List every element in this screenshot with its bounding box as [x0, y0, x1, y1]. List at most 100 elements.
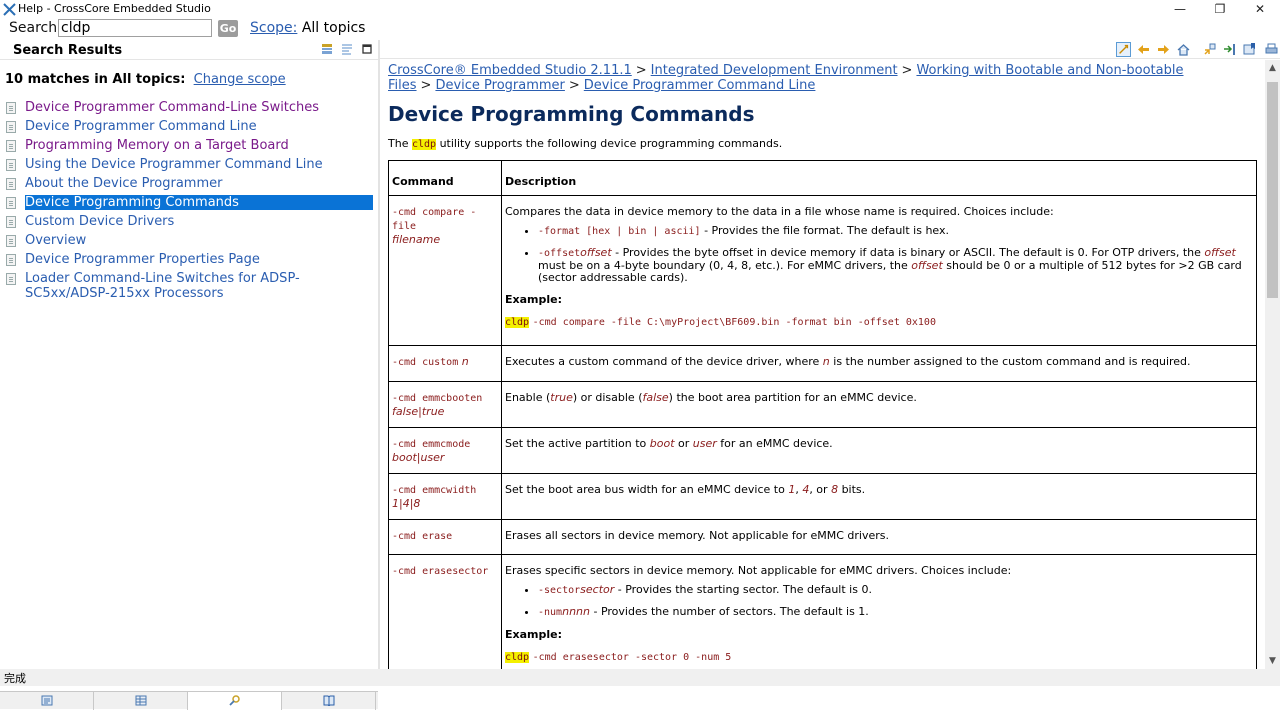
contents-icon: [41, 695, 52, 706]
minimize-button[interactable]: —: [1160, 0, 1200, 19]
scrollbar-thumb[interactable]: [1267, 82, 1278, 298]
table-header-row: Command Description: [388, 160, 1257, 196]
example-heading: Example:: [505, 293, 562, 306]
bookmark-icon[interactable]: [1242, 42, 1257, 57]
search-result-link[interactable]: About the Device Programmer: [25, 176, 222, 191]
description-cell: Executes a custom command of the device …: [501, 345, 1257, 382]
breadcrumb: CrossCore® Embedded Studio 2.11.1 > Integr…: [388, 63, 1184, 93]
list-item: -offsetoffset - Provides the byte offset…: [538, 247, 1253, 284]
page-title: Device Programming Commands: [388, 102, 755, 126]
table-row: -cmd emmcbooten false|true Enable (true) …: [388, 381, 1257, 428]
index-icon: [135, 695, 146, 706]
sync-icon[interactable]: [1222, 42, 1237, 57]
tab-search[interactable]: [188, 692, 282, 710]
link-with-contents-icon[interactable]: [1116, 42, 1131, 57]
bookmarks-icon: [323, 695, 334, 706]
highlighted-term: cldp: [411, 139, 437, 150]
scroll-down-icon[interactable]: ▼: [1265, 653, 1280, 669]
home-icon[interactable]: [1176, 42, 1191, 57]
column-header-command: Command: [388, 160, 502, 196]
search-result-item[interactable]: Custom Device Drivers: [0, 213, 378, 232]
search-results-header: Search Results: [0, 40, 378, 60]
search-result-link[interactable]: Device Programmer Command-Line Switches: [25, 100, 319, 115]
topic-icon: [6, 102, 16, 114]
table-row: -cmd emmcwidth 1|4|8 Set the boot area bu…: [388, 473, 1257, 520]
tab-contents[interactable]: [0, 692, 94, 710]
change-scope-link[interactable]: Change scope: [194, 72, 286, 87]
scope-value: All topics: [301, 20, 366, 36]
matches-text: 10 matches in All topics:: [5, 72, 186, 87]
print-icon[interactable]: [1264, 42, 1279, 57]
search-result-item[interactable]: Loader Command-Line Switches for ADSP-SC…: [0, 270, 378, 301]
search-result-item[interactable]: About the Device Programmer: [0, 175, 378, 194]
search-results-title: Search Results: [13, 43, 123, 58]
vertical-scrollbar[interactable]: ▲ ▼: [1265, 60, 1280, 669]
topic-icon: [6, 121, 16, 133]
search-result-link[interactable]: Programming Memory on a Target Board: [25, 138, 289, 153]
show-in-toc-icon[interactable]: [1202, 42, 1217, 57]
search-result-link[interactable]: Device Programmer Properties Page: [25, 252, 260, 267]
topic-icon: [6, 254, 16, 266]
table-row: -cmd erase Erases all sectors in device …: [388, 519, 1257, 555]
search-results-list: Device Programmer Command-Line Switches D…: [0, 99, 378, 301]
topic-icon: [6, 178, 16, 190]
restore-button[interactable]: ❐: [1200, 0, 1240, 19]
options-list: -format [hex | bin | ascii] - Provides t…: [538, 225, 1253, 284]
search-result-item[interactable]: Device Programming Commands: [0, 194, 378, 213]
search-result-item[interactable]: Device Programmer Command Line: [0, 118, 378, 137]
breadcrumb-link[interactable]: Device Programmer: [435, 78, 564, 93]
example-heading: Example:: [505, 628, 562, 641]
left-pane-tabs: [0, 691, 378, 710]
command-cell: -cmd custom n: [388, 345, 502, 382]
search-result-item[interactable]: Device Programmer Command-Line Switches: [0, 99, 378, 118]
search-result-link[interactable]: Device Programmer Command Line: [25, 119, 257, 134]
search-bar: Search: Go Scope: All topics: [0, 19, 1280, 40]
example-code: cldp -cmd compare -file C:\myProject\BF6…: [505, 317, 936, 328]
search-result-item[interactable]: Programming Memory on a Target Board: [0, 137, 378, 156]
search-result-item[interactable]: Device Programmer Properties Page: [0, 251, 378, 270]
back-icon[interactable]: [1136, 42, 1151, 57]
show-categories-icon[interactable]: [321, 43, 333, 55]
title-bar: Help - CrossCore Embedded Studio — ❐ ✕: [0, 0, 1280, 19]
show-descriptions-icon[interactable]: [341, 43, 353, 55]
description-cell: Enable (true) or disable (false) the boo…: [501, 381, 1257, 428]
topic-icon: [6, 235, 16, 247]
search-input[interactable]: [58, 19, 212, 37]
close-button[interactable]: ✕: [1240, 0, 1280, 19]
breadcrumb-link[interactable]: Integrated Development Environment: [651, 63, 898, 78]
list-item: -numnnnn - Provides the number of sector…: [538, 606, 1253, 619]
search-result-link[interactable]: Device Programming Commands: [25, 195, 373, 210]
help-app-icon: [3, 3, 16, 16]
command-cell: -cmd emmcbooten false|true: [388, 381, 502, 428]
breadcrumb-link[interactable]: CrossCore® Embedded Studio 2.11.1: [388, 63, 632, 78]
status-text: 完成: [4, 672, 26, 685]
search-result-link[interactable]: Overview: [25, 233, 86, 248]
scroll-up-icon[interactable]: ▲: [1265, 60, 1280, 76]
search-result-item[interactable]: Overview: [0, 232, 378, 251]
topic-icon: [6, 197, 16, 209]
command-cell: -cmd emmcmode boot|user: [388, 427, 502, 474]
search-result-item[interactable]: Using the Device Programmer Command Line: [0, 156, 378, 175]
tab-bookmarks[interactable]: [282, 692, 376, 710]
go-button[interactable]: Go: [218, 20, 238, 37]
options-list: -sectorsector - Provides the starting se…: [538, 584, 1253, 619]
tab-index[interactable]: [94, 692, 188, 710]
help-content: CrossCore® Embedded Studio 2.11.1 > Integr…: [380, 60, 1265, 669]
table-row: -cmd erasesector Erases specific sectors…: [388, 554, 1257, 669]
forward-icon[interactable]: [1156, 42, 1171, 57]
command-cell: -cmd erasesector: [388, 554, 502, 669]
table-row: -cmd custom n Executes a custom command …: [388, 345, 1257, 382]
command-cell: -cmd emmcwidth 1|4|8: [388, 473, 502, 520]
search-result-link[interactable]: Using the Device Programmer Command Line: [25, 157, 323, 172]
scope: Scope: All topics: [250, 20, 365, 36]
search-result-link[interactable]: Custom Device Drivers: [25, 214, 174, 229]
search-result-link[interactable]: Loader Command-Line Switches for ADSP-SC…: [25, 271, 300, 301]
status-bar: 完成: [0, 669, 1280, 686]
search-label: Search:: [9, 20, 62, 36]
scope-link[interactable]: Scope:: [250, 20, 297, 36]
command-cell: -cmd erase: [388, 519, 502, 555]
breadcrumb-link[interactable]: Device Programmer Command Line: [584, 78, 816, 93]
minimize-view-icon[interactable]: [361, 43, 373, 55]
window-title: Help - CrossCore Embedded Studio: [18, 2, 211, 15]
description-cell: Set the active partition to boot or user…: [501, 427, 1257, 474]
